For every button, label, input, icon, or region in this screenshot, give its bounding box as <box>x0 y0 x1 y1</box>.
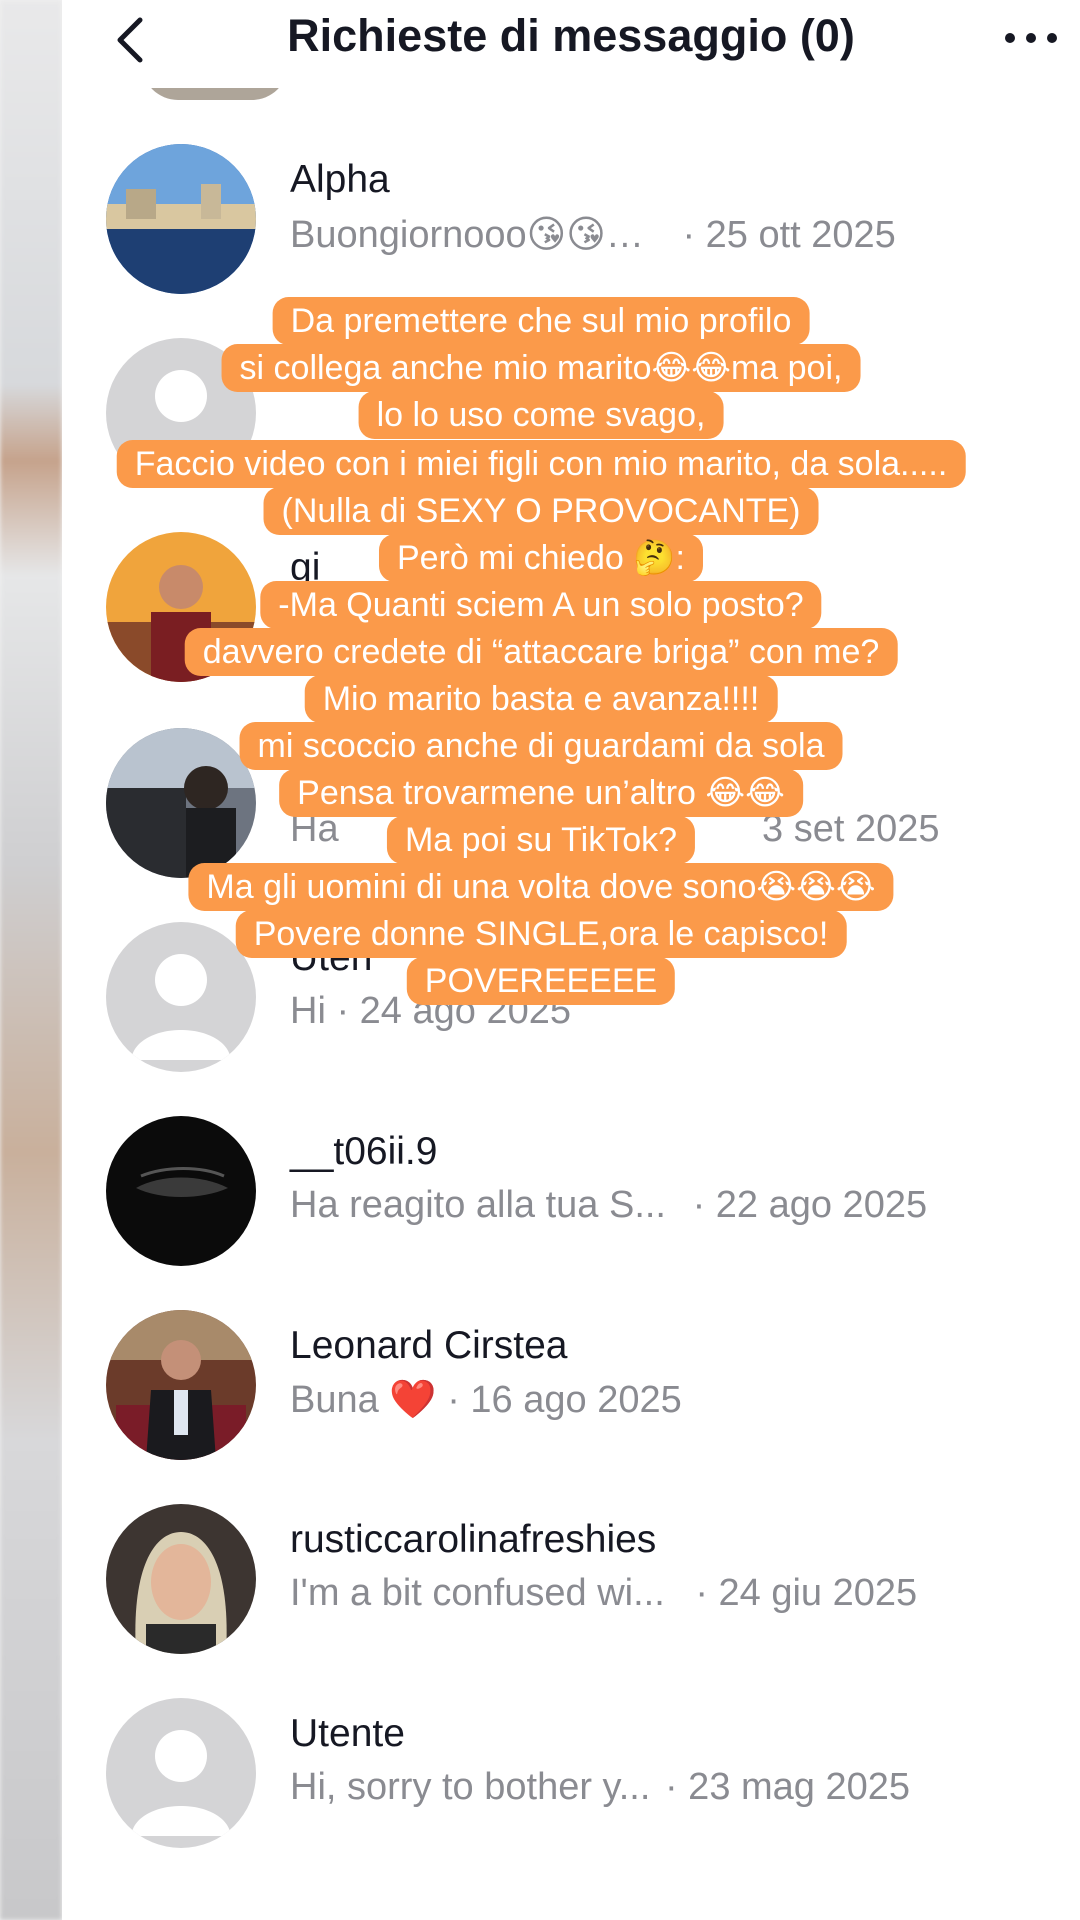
avatar <box>106 1116 256 1266</box>
more-horizontal-icon[interactable] <box>996 18 1066 58</box>
left-edge-background <box>0 0 62 1920</box>
default-avatar-icon <box>106 338 256 488</box>
request-row[interactable]: Utente Hi, sorry to bother y... · 23 mag… <box>62 1698 1080 1848</box>
request-row[interactable]: __t06ii.9 Ha reagito alla tua S... · 22 … <box>62 1116 1080 1266</box>
request-row[interactable]: Alpha Buongiornooo😘😘… · 25 ott 2025 <box>62 144 1080 294</box>
request-row[interactable]: Ha 3 set 2025 <box>62 728 1080 878</box>
request-name: gi <box>290 546 321 589</box>
request-name: Alpha <box>290 158 390 201</box>
request-preview: Ha reagito alla tua S... · 22 ago 2025 <box>290 1184 928 1226</box>
request-preview: I'm a bit confused wi... · 24 giu 2025 <box>290 1572 918 1614</box>
avatar <box>106 1504 256 1654</box>
page-title: Richieste di messaggio (0) <box>287 10 855 61</box>
avatar <box>106 1310 256 1460</box>
heart-icon: ❤️ <box>389 1379 437 1421</box>
avatar <box>106 532 256 682</box>
request-name: Utente <box>290 1712 405 1755</box>
default-avatar-icon <box>106 922 256 1072</box>
request-preview: Hi · 24 ago 2025 <box>290 990 571 1032</box>
default-avatar-icon <box>106 1698 256 1848</box>
request-name: rusticcarolinafreshies <box>290 1518 657 1561</box>
request-name: Leonard Cirstea <box>290 1324 568 1367</box>
request-name: Uten <box>290 936 373 979</box>
request-row[interactable]: Leonard Cirstea Buna ❤️ · 16 ago 2025 <box>62 1310 1080 1460</box>
request-row[interactable]: gi <box>62 532 1080 682</box>
request-preview: Buna ❤️ · 16 ago 2025 <box>290 1379 682 1421</box>
request-preview: Hi, sorry to bother y... · 23 mag 2025 <box>290 1766 911 1808</box>
avatar <box>106 144 256 294</box>
request-row[interactable] <box>62 338 1080 488</box>
request-name: __t06ii.9 <box>290 1130 438 1173</box>
avatar <box>106 728 256 878</box>
request-row[interactable]: Uten Hi · 24 ago 2025 <box>62 922 1080 1072</box>
request-preview: Ha 3 set 2025 <box>290 808 940 850</box>
header: Richieste di messaggio (0) <box>62 0 1080 80</box>
request-row[interactable]: rusticcarolinafreshies I'm a bit confuse… <box>62 1504 1080 1654</box>
message-requests-page: Richieste di messaggio (0) Alpha Buongio… <box>62 0 1080 1920</box>
request-preview: Buongiornooo😘😘… · 25 ott 2025 <box>290 214 896 256</box>
